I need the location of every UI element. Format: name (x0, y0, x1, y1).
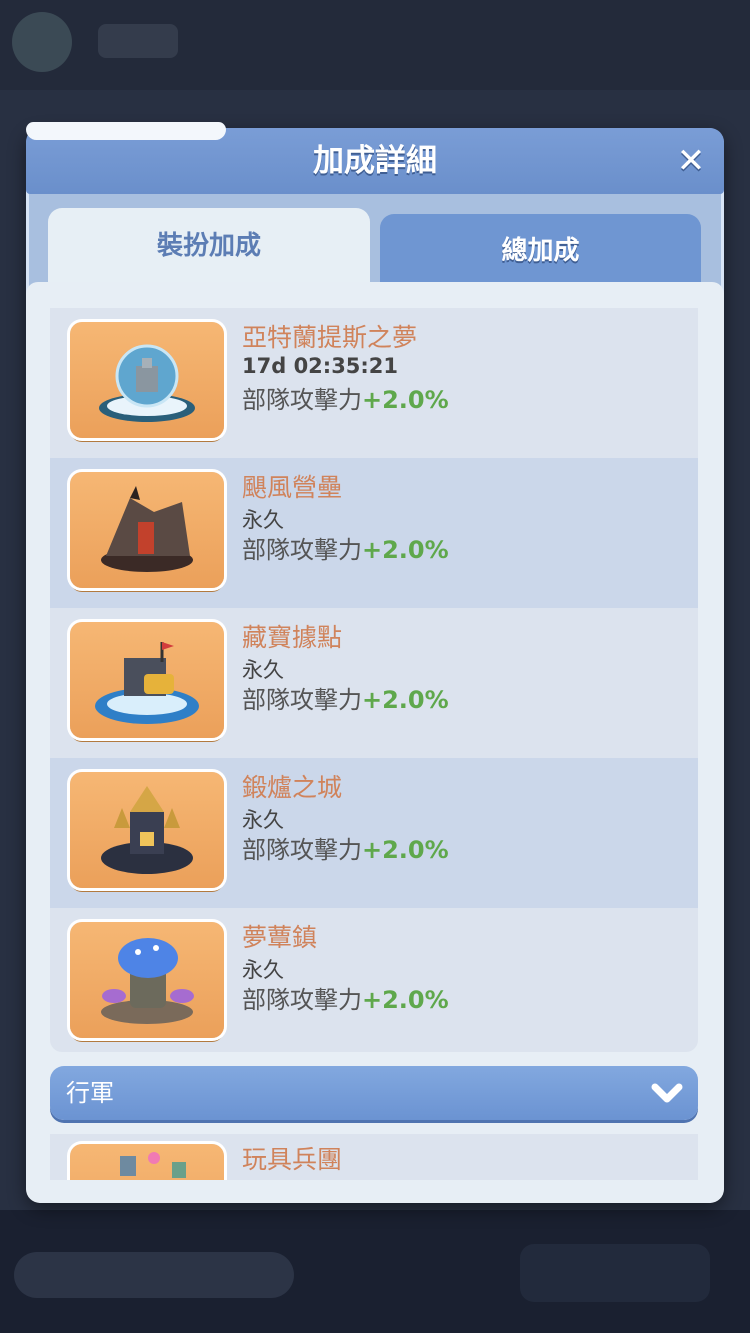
bonus-details-dialog: 加成詳細 ✕ 裝扮加成 總加成 亞特蘭提斯之夢 17d 02:35:21 部隊攻… (26, 122, 724, 1203)
stat-label: 部隊攻擊力 (242, 536, 362, 564)
stat-value: +2.0% (362, 986, 449, 1014)
close-icon[interactable]: ✕ (672, 142, 710, 180)
background-button (520, 1244, 710, 1302)
background-name-plate (98, 24, 178, 58)
item-stat: 部隊攻擊力+2.0% (242, 830, 449, 865)
item-name: 夢蕈鎮 (242, 923, 318, 952)
stat-label: 部隊攻擊力 (242, 836, 362, 864)
stat-label: 部隊攻擊力 (242, 986, 362, 1014)
background-avatar (12, 12, 72, 72)
list-item: 夢蕈鎮 永久 部隊攻擊力+2.0% (50, 908, 698, 1052)
dialog-header: 加成詳細 ✕ (26, 122, 724, 194)
skin-bonus-list[interactable]: 亞特蘭提斯之夢 17d 02:35:21 部隊攻擊力+2.0% 颶風營壘 永久 … (50, 308, 698, 1052)
list-item: 亞特蘭提斯之夢 17d 02:35:21 部隊攻擊力+2.0% (50, 308, 698, 458)
item-duration: 17d 02:35:21 (242, 354, 399, 378)
item-name: 鍛爐之城 (242, 773, 343, 802)
item-name: 亞特蘭提斯之夢 (242, 323, 418, 352)
toy-soldiers-icon (70, 1144, 224, 1180)
item-name: 颶風營壘 (242, 473, 343, 502)
stat-label: 部隊攻擊力 (242, 686, 362, 714)
section-header-march[interactable]: 行軍 (50, 1066, 698, 1120)
treasure-outpost-icon (70, 622, 224, 738)
item-duration: 永久 (242, 1176, 284, 1180)
stat-label: 部隊攻擊力 (242, 386, 362, 414)
item-stat: 部隊攻擊力+2.0% (242, 980, 449, 1015)
list-item: 藏寶據點 永久 部隊攻擊力+2.0% (50, 608, 698, 758)
tab-content: 亞特蘭提斯之夢 17d 02:35:21 部隊攻擊力+2.0% 颶風營壘 永久 … (26, 282, 724, 1203)
item-stat: 部隊攻擊力+2.0% (242, 380, 449, 415)
chevron-down-icon (651, 1083, 683, 1103)
tab-skin-bonus[interactable]: 裝扮加成 (48, 208, 370, 284)
item-name: 藏寶據點 (242, 623, 343, 652)
stat-value: +2.0% (362, 536, 449, 564)
tab-total-bonus[interactable]: 總加成 (380, 214, 701, 284)
list-item: 鍛爐之城 永久 部隊攻擊力+2.0% (50, 758, 698, 908)
stat-value: +2.0% (362, 836, 449, 864)
item-stat: 部隊攻擊力+2.0% (242, 680, 449, 715)
item-stat: 部隊攻擊力+2.0% (242, 530, 449, 565)
dialog-title: 加成詳細 (313, 143, 437, 179)
list-item: 颶風營壘 永久 部隊攻擊力+2.0% (50, 458, 698, 608)
background-resource-bar (14, 1252, 294, 1298)
forge-city-icon (70, 772, 224, 888)
list-item: 玩具兵團 永久 (50, 1134, 698, 1180)
item-name: 玩具兵團 (242, 1145, 343, 1174)
stat-value: +2.0% (362, 386, 449, 414)
stat-value: +2.0% (362, 686, 449, 714)
atlantis-dream-icon (70, 322, 224, 438)
hurricane-fortress-icon (70, 472, 224, 588)
mushroom-town-icon (70, 922, 224, 1038)
section-label: 行軍 (66, 1079, 114, 1107)
